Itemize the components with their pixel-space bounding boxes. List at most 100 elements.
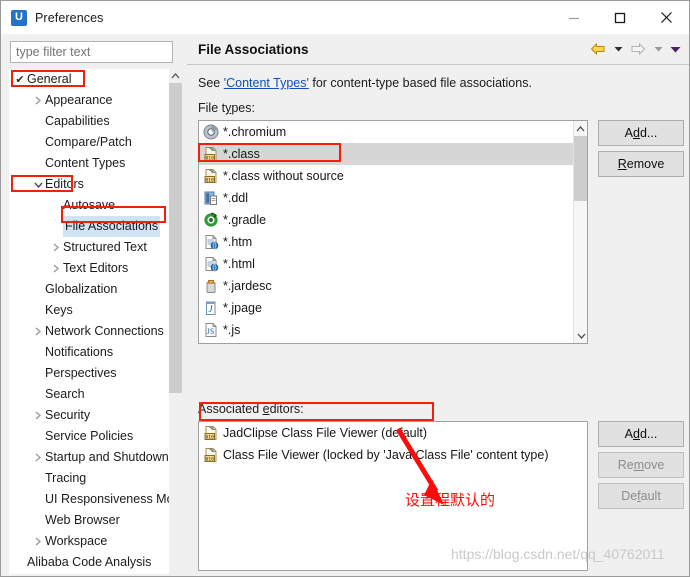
close-icon[interactable] (643, 1, 689, 34)
forward-menu-chevron-down-icon[interactable] (650, 38, 666, 60)
associated-add-button[interactable]: Add... (598, 421, 684, 447)
tree-list[interactable]: ✔ General Appearance Capabilities Compare/Pa… (9, 69, 182, 574)
chevron-right-icon[interactable] (31, 90, 45, 111)
sidebar-item-label: Search (45, 387, 85, 401)
scroll-down-icon[interactable] (574, 328, 587, 343)
class-icon: 010 (203, 146, 219, 162)
sidebar-item-label: Perspectives (45, 366, 117, 380)
list-item-label: Class File Viewer (locked by 'Java Class… (223, 448, 549, 462)
scroll-up-icon[interactable] (169, 69, 182, 83)
preferences-tree[interactable]: ✔ General Appearance Capabilities Compare/Pa… (9, 69, 182, 574)
svg-text:JS: JS (207, 327, 215, 336)
maximize-icon[interactable] (597, 1, 643, 34)
tree-scrollbar-thumb[interactable] (169, 83, 182, 393)
list-item[interactable]: *.chromium (199, 121, 574, 143)
sidebar-item-content-types[interactable]: Content Types (9, 153, 169, 174)
list-item[interactable]: *.ddl (199, 187, 574, 209)
list-item[interactable]: JS *.js (199, 319, 574, 341)
associated-editors-label: Associated editors: (198, 402, 304, 416)
chromium-icon (203, 124, 219, 140)
window-title: Preferences (35, 10, 104, 25)
sidebar-item-file-associations[interactable]: File Associations (9, 216, 169, 237)
gradle-icon (203, 212, 219, 228)
class-icon: 010 (203, 425, 219, 441)
list-item[interactable]: *.jsf (199, 341, 574, 343)
list-item-label: JadClipse Class File Viewer (default) (223, 426, 428, 440)
search-input[interactable] (10, 41, 173, 63)
list-item[interactable]: *.gradle (199, 209, 574, 231)
jar-icon (203, 278, 219, 294)
sidebar-item-web-browser[interactable]: Web Browser (9, 510, 169, 531)
list-item[interactable]: *.jardesc (199, 275, 574, 297)
chevron-right-icon[interactable] (31, 531, 45, 552)
tree-scrollbar[interactable] (169, 69, 182, 574)
filetypes-scrollbar[interactable] (573, 121, 587, 343)
back-menu-chevron-down-icon[interactable] (610, 38, 626, 60)
list-item[interactable]: 010 *.class (199, 143, 574, 165)
sidebar-item-security[interactable]: Security (9, 405, 169, 426)
page-title: File Associations (198, 41, 309, 57)
back-arrow-icon[interactable] (587, 38, 609, 60)
filetypes-add-button[interactable]: Add... (598, 120, 684, 146)
sidebar-item-network-connections[interactable]: Network Connections (9, 321, 169, 342)
sidebar-item-service-policies[interactable]: Service Policies (9, 426, 169, 447)
list-item[interactable]: J *.jpage (199, 297, 574, 319)
js-icon: JS (203, 322, 219, 338)
chevron-right-icon[interactable] (31, 405, 45, 426)
sidebar-item-perspectives[interactable]: Perspectives (9, 363, 169, 384)
sidebar-item-text-editors[interactable]: Text Editors (9, 258, 169, 279)
list-item[interactable]: *.htm (199, 231, 574, 253)
content-types-link[interactable]: 'Content Types' (224, 76, 309, 90)
sidebar-item-compare-patch[interactable]: Compare/Patch (9, 132, 169, 153)
chevron-right-icon[interactable] (13, 573, 27, 574)
list-item-label: *.gradle (223, 213, 267, 227)
sidebar-item-tracing[interactable]: Tracing (9, 468, 169, 489)
list-item-label: *.js (223, 323, 241, 337)
list-item[interactable]: *.html (199, 253, 574, 275)
filetypes-list[interactable]: *.chromium 010 *.class 010 *.class without s… (198, 120, 588, 344)
sidebar-item-autosave[interactable]: Autosave (9, 195, 169, 216)
chevron-right-icon[interactable] (49, 237, 63, 258)
sidebar-item-editors[interactable]: Editors (9, 174, 169, 195)
sidebar-item-label: Globalization (45, 282, 118, 296)
filetypes-scrollbar-thumb[interactable] (574, 136, 587, 201)
filetypes-rows[interactable]: *.chromium 010 *.class 010 *.class without s… (199, 121, 574, 343)
sidebar-item-ant[interactable]: Ant (9, 573, 169, 574)
sidebar-item-capabilities[interactable]: Capabilities (9, 111, 169, 132)
chevron-right-icon[interactable] (49, 258, 63, 279)
list-item[interactable]: 010 *.class without source (199, 165, 574, 187)
sidebar-item-appearance[interactable]: Appearance (9, 90, 169, 111)
chevron-down-icon[interactable] (31, 174, 45, 195)
svg-text:010: 010 (206, 434, 215, 440)
list-item[interactable]: 010 JadClipse Class File Viewer (default) (199, 422, 587, 444)
more-chevron-down-icon[interactable] (667, 38, 683, 60)
forward-arrow-icon[interactable] (627, 38, 649, 60)
check-icon: ✔ (15, 74, 25, 86)
btn-label: Default (621, 489, 661, 503)
chevron-right-icon[interactable] (31, 321, 45, 342)
sidebar-item-label: Appearance (45, 93, 113, 107)
chevron-right-icon[interactable] (31, 447, 45, 468)
filetypes-remove-button[interactable]: Remove (598, 151, 684, 177)
list-item[interactable]: 010 Class File Viewer (locked by 'Java Cl… (199, 444, 587, 466)
list-item-label: *.class (223, 147, 260, 161)
scroll-up-icon[interactable] (574, 121, 587, 136)
sidebar-item-structured-text[interactable]: Structured Text (9, 237, 169, 258)
sidebar-item-globalization[interactable]: Globalization (9, 279, 169, 300)
sidebar-item-ui-responsiveness-monitoring[interactable]: UI Responsiveness Monitoring (9, 489, 182, 510)
html-icon (203, 256, 219, 272)
list-item-label: *.jpage (223, 301, 262, 315)
btn-label: Remove (617, 458, 665, 472)
sidebar-item-keys[interactable]: Keys (9, 300, 169, 321)
sidebar-item-general[interactable]: ✔ General (9, 69, 169, 90)
sidebar-item-workspace[interactable]: Workspace (9, 531, 169, 552)
sidebar-item-alibaba-code-analysis[interactable]: Alibaba Code Analysis (9, 552, 169, 573)
minimize-icon[interactable] (551, 1, 597, 34)
sidebar-item-notifications[interactable]: Notifications (9, 342, 169, 363)
sidebar-item-startup-and-shutdown[interactable]: Startup and Shutdown (9, 447, 169, 468)
associated-editors-rows[interactable]: 010 JadClipse Class File Viewer (default)… (199, 422, 587, 466)
sidebar-item-search[interactable]: Search (9, 384, 169, 405)
desc-suffix: for content-type based file associations… (308, 76, 532, 90)
